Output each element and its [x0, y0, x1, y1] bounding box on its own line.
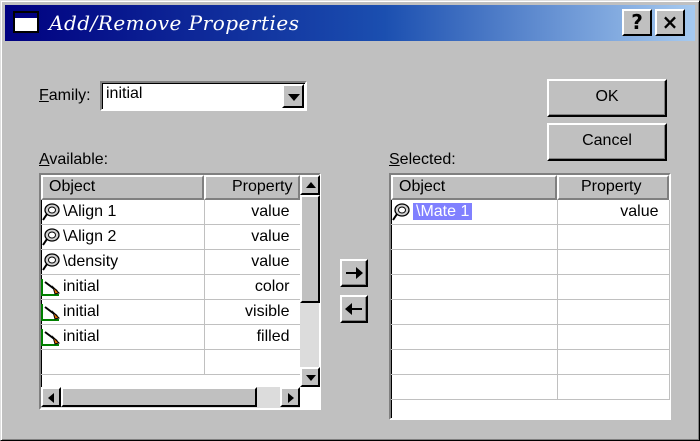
available-object-text: initial [63, 278, 100, 296]
available-header-property[interactable]: Property [204, 175, 300, 200]
title-bar[interactable]: Add/Remove Properties ? × [5, 5, 695, 41]
selected-property-cell [557, 249, 670, 275]
selected-object-cell: \Mate 1 [391, 200, 558, 225]
available-object-cell [41, 349, 205, 375]
help-button[interactable]: ? [622, 9, 652, 36]
available-object-text: \Align 1 [63, 203, 117, 221]
selected-property-cell: value [557, 200, 670, 225]
selected-header-property[interactable]: Property [557, 175, 669, 200]
available-object-text: initial [63, 328, 100, 346]
selected-object-cell [391, 224, 558, 250]
available-object-text: \density [63, 253, 119, 271]
selected-object-cell [391, 324, 558, 350]
available-header-object[interactable]: Object [41, 175, 204, 200]
available-object-text: initial [63, 303, 100, 321]
selected-list[interactable]: Object Property \Mate 1 value [389, 173, 671, 420]
arrow-left-icon [345, 303, 362, 315]
selected-property-cell [557, 324, 670, 350]
available-row [41, 349, 301, 375]
tool-icon [41, 279, 60, 296]
scroll-up-icon[interactable] [300, 175, 320, 195]
selected-row [391, 374, 670, 400]
selected-property-cell [557, 349, 670, 375]
selected-property-cell [557, 299, 670, 325]
available-object-cell: initial [41, 324, 205, 350]
tool-icon [41, 329, 60, 346]
family-dropdown[interactable]: initial [100, 81, 307, 111]
available-object-cell: initial [41, 274, 205, 300]
add-remove-properties-dialog: Add/Remove Properties ? × Family: initia… [0, 0, 700, 441]
available-table: \Align 1 value \Align 2 value \density value i… [41, 200, 301, 375]
available-object-cell: \Align 1 [41, 200, 205, 225]
selected-object-cell [391, 349, 558, 375]
selected-object-text: \Mate 1 [413, 203, 473, 221]
selected-object-cell [391, 374, 558, 400]
selected-row [391, 299, 670, 325]
available-label: Available: [39, 151, 109, 168]
selected-object-cell [391, 299, 558, 325]
available-object-text: \Align 2 [63, 228, 117, 246]
available-property-cell: value [204, 200, 301, 225]
selected-object-cell [391, 274, 558, 300]
available-row[interactable]: \Align 1 value [41, 200, 301, 225]
selected-property-cell [557, 224, 670, 250]
measure-icon [392, 203, 410, 221]
cancel-button[interactable]: Cancel [547, 123, 667, 161]
measure-icon [42, 203, 60, 221]
selected-table: \Mate 1 value [391, 200, 670, 400]
family-value: initial [106, 85, 143, 102]
family-label: Family: [39, 87, 91, 104]
measure-icon [42, 253, 60, 271]
add-button[interactable] [340, 259, 368, 287]
available-row[interactable]: \Align 2 value [41, 224, 301, 250]
available-row[interactable]: initial filled [41, 324, 301, 350]
scroll-right-icon[interactable] [280, 387, 300, 407]
available-object-cell: \density [41, 249, 205, 275]
horizontal-scroll-thumb[interactable] [61, 387, 257, 407]
available-object-cell: \Align 2 [41, 224, 205, 250]
available-object-cell: initial [41, 299, 205, 325]
scroll-down-icon[interactable] [300, 367, 320, 387]
selected-row [391, 274, 670, 300]
available-property-cell: value [204, 224, 301, 250]
available-property-cell: value [204, 249, 301, 275]
available-property-cell: visible [204, 299, 301, 325]
chevron-down-icon[interactable] [282, 84, 304, 108]
vertical-scroll-thumb[interactable] [300, 195, 320, 303]
selected-header-object[interactable]: Object [391, 175, 557, 200]
selected-row [391, 224, 670, 250]
tool-icon [41, 304, 60, 321]
scroll-left-icon[interactable] [41, 387, 61, 407]
available-property-cell: filled [204, 324, 301, 350]
available-property-cell: color [204, 274, 301, 300]
selected-object-cell [391, 249, 558, 275]
window-icon [13, 11, 39, 33]
window-title: Add/Remove Properties [49, 11, 300, 35]
available-row[interactable]: \density value [41, 249, 301, 275]
selected-property-cell [557, 374, 670, 400]
available-property-cell [204, 349, 301, 375]
close-button[interactable]: × [655, 9, 685, 36]
measure-icon [42, 228, 60, 246]
selected-row [391, 324, 670, 350]
selected-row[interactable]: \Mate 1 value [391, 200, 670, 225]
available-horizontal-scrollbar[interactable] [41, 387, 300, 408]
available-row[interactable]: initial color [41, 274, 301, 300]
remove-button[interactable] [340, 295, 368, 323]
selected-row [391, 349, 670, 375]
arrow-right-icon [346, 267, 363, 279]
available-list[interactable]: Object Property \Align 1 value \Align 2 val… [39, 173, 321, 410]
selected-label: Selected: [389, 151, 456, 168]
available-row[interactable]: initial visible [41, 299, 301, 325]
selected-property-cell [557, 274, 670, 300]
selected-row [391, 249, 670, 275]
ok-button[interactable]: OK [547, 79, 667, 117]
available-vertical-scrollbar[interactable] [300, 175, 320, 387]
